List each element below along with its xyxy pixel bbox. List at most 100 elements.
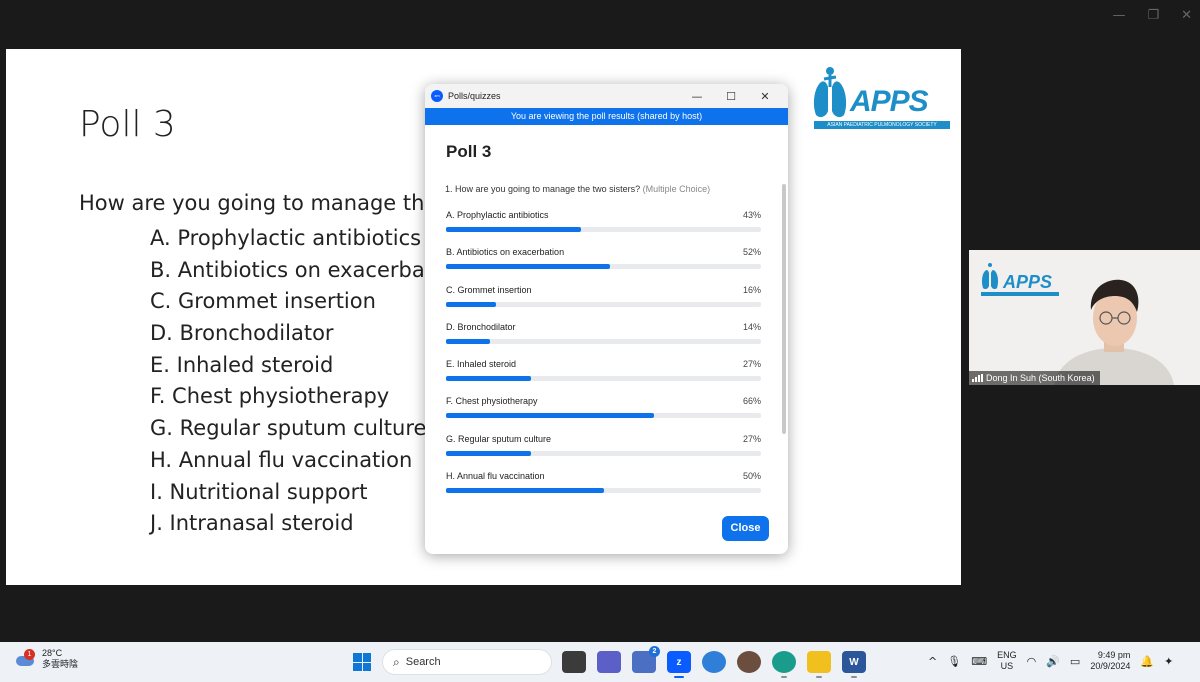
poll-result-bar-fill — [446, 338, 491, 344]
slide-option: J. Intranasal steroid — [150, 511, 354, 536]
poll-option-row: H. Annual flu vaccination 50% — [446, 471, 761, 508]
copilot-icon[interactable]: ✦ — [1164, 655, 1173, 668]
windows-start-icon[interactable] — [353, 653, 371, 671]
poll-option-label: G. Regular sputum culture — [446, 433, 552, 444]
search-placeholder: Search — [405, 656, 441, 668]
edge-icon[interactable] — [772, 651, 796, 678]
weather-description: 多雲時陰 — [42, 659, 79, 669]
poll-result-bar-track — [446, 301, 761, 307]
minimize-button[interactable]: — — [1112, 8, 1125, 23]
poll-close-x-button[interactable]: ✕ — [748, 90, 782, 103]
microphone-icon[interactable]: 🎙 — [947, 655, 961, 668]
slide-title: Poll 3 — [79, 104, 176, 145]
zoom-app-icon: zm — [431, 90, 443, 102]
poll-result-bar-fill — [446, 450, 532, 456]
logo-subtitle: ASIAN PAEDIATRIC PULMONOLOGY SOCIETY — [814, 121, 950, 129]
chat-icon[interactable] — [597, 651, 621, 673]
word-icon[interactable]: W — [842, 651, 866, 678]
windows-taskbar: 1 28°C 多雲時陰 ⌕ Search 2 z W ^ 🎙 ⌨ ENG US … — [0, 642, 1200, 682]
poll-option-row: A. Prophylactic antibiotics 43% — [446, 210, 761, 247]
poll-result-bar-fill — [446, 264, 610, 270]
poll-heading: Poll 3 — [446, 142, 492, 161]
poll-result-bar-track — [446, 488, 761, 494]
search-icon: ⌕ — [393, 654, 400, 669]
close-button[interactable]: Close — [722, 516, 769, 541]
poll-result-bar-fill — [446, 488, 604, 494]
participant-name-tag: Dong In Suh (South Korea) — [969, 371, 1100, 385]
keyboard-icon[interactable]: ⌨ — [971, 655, 987, 668]
slide-option: C. Grommet insertion — [150, 289, 376, 314]
clock-date: 20/9/2024 — [1090, 661, 1131, 671]
language-indicator[interactable]: ENG US — [997, 650, 1017, 672]
poll-option-row: B. Antibiotics on exacerbation 52% — [446, 247, 761, 284]
poll-option-percent: 27% — [742, 359, 761, 370]
poll-minimize-button[interactable]: — — [680, 90, 714, 103]
taskbar-search[interactable]: ⌕ Search — [382, 649, 552, 675]
poll-maximize-button[interactable]: ☐ — [714, 90, 748, 103]
file-explorer-icon[interactable] — [807, 651, 831, 678]
close-window-button[interactable]: ✕ — [1181, 8, 1192, 23]
teams-icon[interactable]: 2 — [632, 646, 660, 673]
poll-option-row: G. Regular sputum culture 27% — [446, 434, 761, 471]
poll-banner: You are viewing the poll results (shared… — [425, 108, 788, 125]
notification-bell-icon[interactable]: 🔔 — [1140, 655, 1154, 668]
clock-time: 9:49 pm — [1097, 650, 1131, 660]
app-icon[interactable] — [737, 651, 761, 673]
poll-result-bar-track — [446, 450, 761, 456]
poll-option-percent: 43% — [742, 210, 761, 220]
restore-button[interactable]: ❐ — [1147, 8, 1159, 23]
poll-titlebar: zm Polls/quizzes — ☐ ✕ — [425, 84, 788, 108]
poll-option-percent: 16% — [742, 284, 761, 295]
volume-icon[interactable]: 🔊 — [1046, 655, 1060, 668]
slide-option: H. Annual flu vaccination — [150, 447, 413, 472]
poll-option-row: F. Chest physiotherapy 66% — [446, 396, 761, 433]
poll-result-bar-fill — [446, 413, 654, 419]
language-region: US — [1000, 661, 1014, 671]
task-view-icon[interactable] — [562, 651, 586, 673]
wifi-icon[interactable]: ◠ — [1027, 655, 1037, 668]
zoom-icon[interactable]: z — [667, 651, 691, 678]
poll-option-percent: 50% — [742, 471, 761, 482]
lungs-logo-icon — [981, 263, 999, 290]
poll-option-label: H. Annual flu vaccination — [446, 471, 545, 482]
clock[interactable]: 9:49 pm 20/9/2024 — [1090, 650, 1130, 672]
poll-option-percent: 66% — [742, 396, 761, 407]
poll-question-text: 1. How are you going to manage the two s… — [445, 184, 641, 194]
poll-option-percent: 52% — [742, 247, 761, 258]
lungs-logo-icon — [813, 67, 847, 118]
poll-result-bar-track — [446, 264, 761, 270]
slide-options-list: A. Prophylactic antibiotics B. Antibioti… — [150, 223, 433, 540]
support-icon[interactable] — [702, 651, 726, 673]
poll-result-bar-track — [446, 413, 761, 419]
weather-widget[interactable]: 1 28°C 多雲時陰 — [14, 648, 78, 670]
participant-name: Dong In Suh (South Korea) — [986, 373, 1095, 383]
poll-result-bar-fill — [446, 227, 582, 232]
battery-icon[interactable]: ▭ — [1070, 655, 1080, 668]
chevron-up-icon[interactable]: ^ — [928, 655, 937, 668]
poll-option-label: C. Grommet insertion — [446, 284, 532, 295]
slide-option: B. Antibiotics on exacerbat — [150, 257, 433, 282]
poll-result-bar-track — [446, 338, 761, 344]
video-logo-band — [981, 292, 1059, 296]
poll-result-bar-fill — [446, 301, 497, 307]
logo-text: APPS — [850, 85, 929, 118]
cloud-weather-icon: 1 — [14, 649, 36, 667]
poll-option-label: B. Antibiotics on exacerbation — [446, 247, 565, 258]
slide-option: A. Prophylactic antibiotics — [150, 226, 422, 250]
participant-video[interactable]: APPS Dong In Suh (South Korea) — [969, 250, 1200, 385]
poll-option-percent: 27% — [742, 433, 761, 444]
poll-option-row: D. Bronchodilator 14% — [446, 322, 761, 359]
slide-question: How are you going to manage the — [79, 191, 438, 215]
participant-avatar — [1054, 279, 1174, 385]
window-controls: — ❐ ✕ — [1112, 8, 1192, 23]
poll-option-label: A. Prophylactic antibiotics — [446, 210, 549, 220]
slide-option: D. Bronchodilator — [150, 321, 334, 346]
poll-option-label: F. Chest physiotherapy — [446, 396, 538, 407]
poll-scrollbar[interactable] — [782, 184, 786, 434]
weather-temperature: 28°C — [42, 648, 63, 658]
slide-option: F. Chest physiotherapy — [150, 384, 390, 409]
poll-option-label: D. Bronchodilator — [446, 321, 516, 332]
slide-option: G. Regular sputum culture — [150, 416, 427, 441]
poll-option-row: E. Inhaled steroid 27% — [446, 359, 761, 396]
language-code: ENG — [997, 650, 1017, 660]
